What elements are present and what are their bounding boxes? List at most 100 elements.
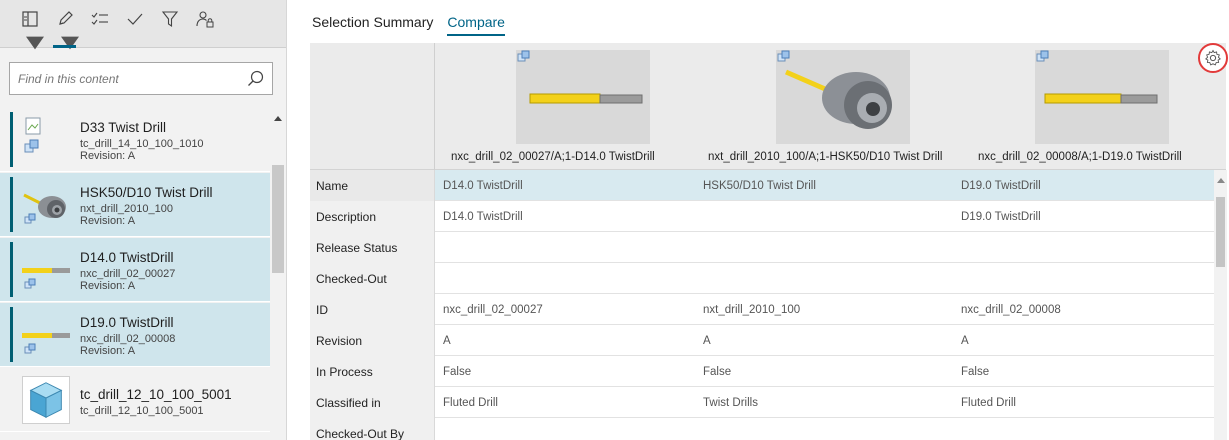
item-thumbnail — [516, 50, 650, 144]
access-button[interactable] — [187, 10, 222, 42]
item-revision: Revision: A — [80, 150, 136, 162]
app-window: D33 Twist Drill tc_drill_14_10_100_1010 … — [0, 0, 1229, 440]
search-area — [0, 48, 286, 105]
item-subtitle: nxc_drill_02_00008 — [80, 333, 176, 345]
table-cell: D14.0 TwistDrill — [443, 210, 523, 223]
table-cell: D19.0 TwistDrill — [961, 179, 1041, 192]
checkmark-icon — [127, 13, 142, 25]
left-toolbar — [0, 0, 286, 50]
item-marker — [10, 177, 13, 232]
table-cell: D14.0 TwistDrill — [443, 179, 523, 192]
checklist-icon — [91, 12, 108, 25]
chevron-down-icon — [61, 36, 79, 50]
left-panel: D33 Twist Drill tc_drill_14_10_100_1010 … — [0, 0, 287, 440]
table-row[interactable]: ID nxc_drill_02_00027 nxt_drill_2010_100… — [310, 294, 1214, 325]
table-cell: HSK50/D10 Twist Drill — [703, 179, 816, 192]
list-scroll-thumb[interactable] — [272, 165, 284, 273]
edit-button[interactable] — [47, 10, 82, 50]
table-cell: Twist Drills — [703, 396, 758, 409]
compare-column-1[interactable]: nxc_drill_02_00027/A;1-D14.0 TwistDrill — [435, 43, 693, 170]
tab-selection-summary[interactable]: Selection Summary — [312, 14, 433, 36]
item-thumbnail — [1035, 50, 1169, 144]
settings-button[interactable] — [1198, 43, 1228, 73]
row-label: ID — [310, 294, 435, 325]
item-title: D33 Twist Drill — [80, 120, 167, 135]
compare-column-3[interactable]: nxc_drill_02_00008/A;1-D19.0 TwistDrill — [953, 43, 1226, 170]
check-button[interactable] — [117, 10, 152, 42]
item-title: HSK50/D10 Twist Drill — [80, 185, 213, 200]
results-list: D33 Twist Drill tc_drill_14_10_100_1010 … — [0, 108, 270, 440]
row-label: Release Status — [310, 232, 435, 263]
row-label: Name — [310, 170, 435, 201]
item-marker — [10, 242, 13, 297]
row-label: In Process — [310, 356, 435, 387]
search-input[interactable] — [18, 71, 247, 86]
list-item[interactable]: D19.0 TwistDrill nxc_drill_02_00008 Revi… — [0, 303, 270, 367]
drill-icon — [22, 333, 70, 354]
compare-panel: Selection Summary Compare nxc_drill_02_0… — [294, 0, 1229, 440]
broken-image-icon — [24, 117, 41, 153]
item-subtitle: nxt_drill_2010_100 — [80, 203, 173, 215]
drill-icon — [22, 268, 70, 289]
item-title: D19.0 TwistDrill — [80, 315, 174, 330]
layout-toggle-button[interactable] — [12, 10, 47, 50]
row-label: Description — [310, 201, 435, 232]
item-revision: Revision: A — [80, 345, 136, 357]
table-row[interactable]: Description D14.0 TwistDrill D19.0 Twist… — [310, 201, 1214, 232]
table-row[interactable]: Name D14.0 TwistDrill HSK50/D10 Twist Dr… — [310, 170, 1214, 201]
checklist-button[interactable] — [82, 10, 117, 42]
row-label: Checked-Out — [310, 263, 435, 294]
table-cell: nxc_drill_02_00008 — [961, 303, 1061, 316]
row-label: Classified in — [310, 387, 435, 418]
table-row[interactable]: Release Status — [310, 232, 1214, 263]
compare-column-2[interactable]: nxt_drill_2010_100/A;1-HSK50/D10 Twist D… — [693, 43, 953, 170]
item-title: D14.0 TwistDrill — [80, 250, 174, 265]
gear-icon — [1205, 49, 1221, 66]
list-item[interactable]: HSK50/D10 Twist Drill nxt_drill_2010_100… — [0, 173, 270, 237]
table-cell: Fluted Drill — [443, 396, 498, 409]
column-label: nxc_drill_02_00027/A;1-D14.0 TwistDrill — [451, 151, 655, 163]
table-scroll-thumb[interactable] — [1216, 197, 1225, 267]
chevron-down-icon — [26, 36, 44, 50]
table-cell: False — [961, 365, 990, 378]
item-title: tc_drill_12_10_100_5001 — [80, 387, 232, 402]
cube-icon — [22, 376, 70, 424]
list-scrollbar[interactable] — [270, 108, 286, 440]
drill-icon — [1036, 50, 1158, 104]
table-cell: A — [443, 334, 451, 347]
item-revision: Revision: A — [80, 215, 136, 227]
table-row[interactable]: Revision A A A — [310, 325, 1214, 356]
table-cell: nxt_drill_2010_100 — [703, 303, 801, 316]
tab-bar: Selection Summary Compare — [312, 14, 505, 36]
pencil-icon — [58, 11, 73, 25]
table-cell: Fluted Drill — [961, 396, 1016, 409]
list-item[interactable]: tc_drill_12_10_100_5001 tc_drill_12_10_1… — [0, 368, 270, 432]
column-label: nxt_drill_2010_100/A;1-HSK50/D10 Twist D… — [708, 151, 943, 163]
item-marker — [10, 307, 13, 362]
table-row[interactable]: Checked-Out By — [310, 418, 1214, 440]
table-row[interactable]: In Process False False False — [310, 356, 1214, 387]
list-item[interactable]: D33 Twist Drill tc_drill_14_10_100_1010 … — [0, 108, 270, 172]
filter-button[interactable] — [152, 10, 187, 42]
item-revision: Revision: A — [80, 280, 136, 292]
item-thumbnail — [776, 50, 910, 144]
filter-icon — [161, 11, 178, 28]
tab-compare[interactable]: Compare — [447, 14, 505, 36]
table-cell: False — [443, 365, 472, 378]
compare-table: Name D14.0 TwistDrill HSK50/D10 Twist Dr… — [310, 170, 1214, 440]
row-label: Checked-Out By — [310, 418, 435, 440]
scroll-up-arrow-icon[interactable] — [274, 116, 282, 121]
row-label: Revision — [310, 325, 435, 356]
table-row[interactable]: Classified in Fluted Drill Twist Drills … — [310, 387, 1214, 418]
scroll-up-arrow-icon[interactable] — [1217, 178, 1225, 183]
item-subtitle: tc_drill_12_10_100_5001 — [80, 405, 204, 417]
table-cell: A — [703, 334, 711, 347]
item-subtitle: tc_drill_14_10_100_1010 — [80, 138, 204, 150]
list-item[interactable]: D14.0 TwistDrill nxc_drill_02_00027 Revi… — [0, 238, 270, 302]
table-row[interactable]: Checked-Out — [310, 263, 1214, 294]
compare-header: nxc_drill_02_00027/A;1-D14.0 TwistDrill … — [310, 43, 1226, 170]
user-lock-icon — [195, 11, 213, 28]
layout-panel-icon — [21, 11, 38, 27]
item-marker — [10, 112, 13, 167]
search-icon[interactable] — [247, 70, 264, 87]
